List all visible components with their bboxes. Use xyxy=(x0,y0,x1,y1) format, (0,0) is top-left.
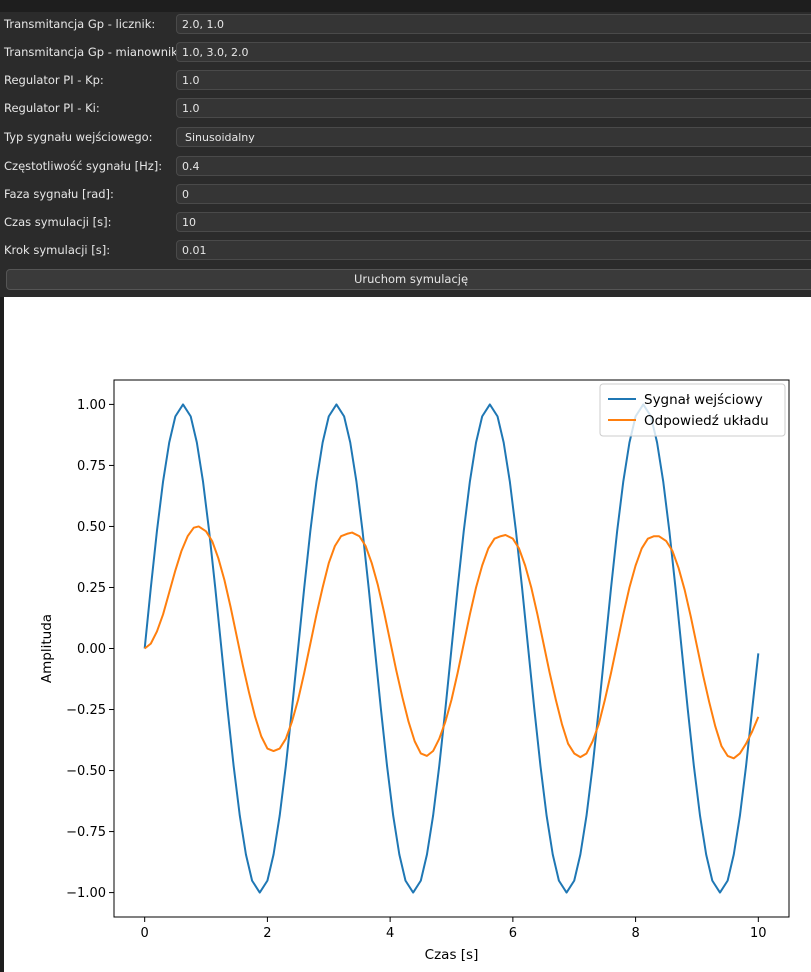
pi-ki-label: Regulator PI - Ki: xyxy=(4,101,100,115)
row-sim-step: Krok symulacji [s]: 0.01 xyxy=(0,239,811,261)
pi-kp-input[interactable]: 1.0 xyxy=(176,70,811,90)
x-tick-label: 10 xyxy=(750,926,767,941)
x-axis-label: Czas [s] xyxy=(425,947,479,963)
pi-kp-label: Regulator PI - Kp: xyxy=(4,73,104,87)
gp-denominator-input[interactable]: 1.0, 3.0, 2.0 xyxy=(176,42,811,62)
run-simulation-button[interactable]: Uruchom symulację xyxy=(6,269,811,290)
sim-step-label: Krok symulacji [s]: xyxy=(4,243,111,257)
y-tick-label: 0.00 xyxy=(77,642,106,657)
x-tick-label: 6 xyxy=(509,926,517,941)
pi-ki-input[interactable]: 1.0 xyxy=(176,98,811,118)
signal-frequency-label: Częstotliwość sygnału [Hz]: xyxy=(4,159,163,173)
row-gp-denominator: Transmitancja Gp - mianownik: 1.0, 3.0, … xyxy=(0,41,811,63)
simulation-chart: 0 2 4 6 8 10 1.00 0.75 0.50 0.25 0.00 −0.25 −0.50 −0.… xyxy=(39,379,790,963)
y-tick-label: 0.25 xyxy=(77,581,106,596)
sim-step-input[interactable]: 0.01 xyxy=(176,240,811,260)
window-top-strip xyxy=(0,0,811,12)
row-gp-numerator: Transmitancja Gp - licznik: 2.0, 1.0 xyxy=(0,13,811,35)
plot-area: 0 2 4 6 8 10 1.00 0.75 0.50 0.25 0.00 −0.25 −0.50 −0.… xyxy=(4,297,811,972)
y-tick-label: −1.00 xyxy=(66,886,106,901)
signal-frequency-input[interactable]: 0.4 xyxy=(176,156,811,176)
signal-phase-label: Faza sygnału [rad]: xyxy=(4,187,114,201)
signal-phase-input[interactable]: 0 xyxy=(176,184,811,204)
y-axis-label: Amplituda xyxy=(39,614,55,683)
x-tick-label: 4 xyxy=(386,926,394,941)
signal-type-select[interactable]: Sinusoidalny xyxy=(176,127,811,147)
row-sim-time: Czas symulacji [s]: 10 xyxy=(0,211,811,233)
y-tick-label: 0.50 xyxy=(77,520,106,535)
gp-numerator-input[interactable]: 2.0, 1.0 xyxy=(176,14,811,34)
signal-type-label: Typ sygnału wejściowego: xyxy=(4,130,153,144)
x-tick-label: 2 xyxy=(263,926,271,941)
gp-numerator-label: Transmitancja Gp - licznik: xyxy=(4,17,156,31)
gp-denominator-label: Transmitancja Gp - mianownik: xyxy=(4,45,182,59)
row-pi-ki: Regulator PI - Ki: 1.0 xyxy=(0,97,811,119)
y-tick-label: 1.00 xyxy=(77,398,106,413)
y-tick-label: −0.75 xyxy=(66,825,106,840)
x-tick-label: 0 xyxy=(141,926,149,941)
parameter-form: Transmitancja Gp - licznik: 2.0, 1.0 Tra… xyxy=(0,12,811,297)
legend-label-input-signal: Sygnał wejściowy xyxy=(644,392,763,408)
row-pi-kp: Regulator PI - Kp: 1.0 xyxy=(0,69,811,91)
x-tick-label: 8 xyxy=(631,926,639,941)
row-signal-phase: Faza sygnału [rad]: 0 xyxy=(0,183,811,205)
sim-time-label: Czas symulacji [s]: xyxy=(4,215,112,229)
row-signal-type: Typ sygnału wejściowego: Sinusoidalny xyxy=(0,126,811,148)
y-tick-label: −0.50 xyxy=(66,764,106,779)
legend-label-system-response: Odpowiedź układu xyxy=(644,413,769,429)
y-tick-label: −0.25 xyxy=(66,703,106,718)
series-line-input-signal xyxy=(143,403,760,894)
sim-time-input[interactable]: 10 xyxy=(176,212,811,232)
y-tick-label: 0.75 xyxy=(77,459,106,474)
row-signal-frequency: Częstotliwość sygnału [Hz]: 0.4 xyxy=(0,155,811,177)
